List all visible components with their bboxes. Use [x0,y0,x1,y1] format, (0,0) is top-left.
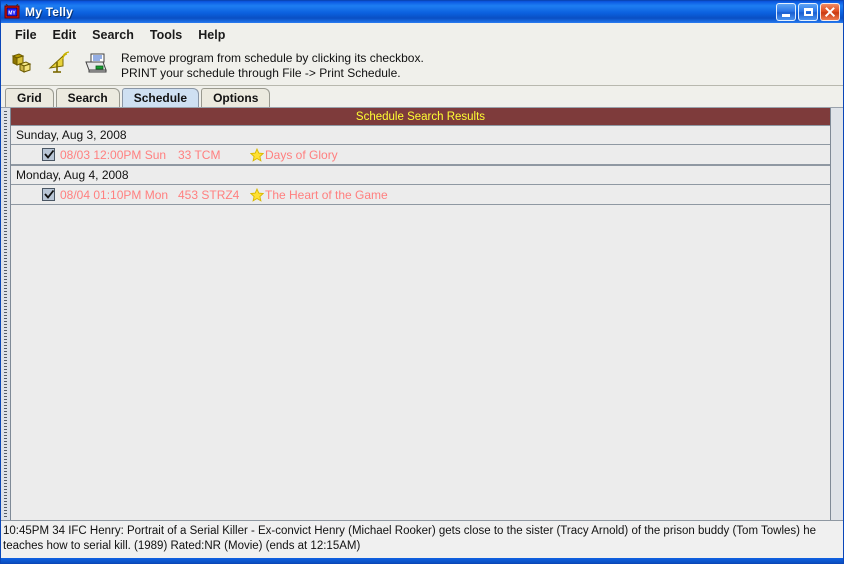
row-title: Days of Glory [265,148,338,162]
printer-icon [83,51,109,80]
toolbar: Remove program from schedule by clicking… [1,46,843,86]
row-channel: 33 TCM [178,148,250,162]
tab-search[interactable]: Search [56,88,120,107]
window-controls [776,3,840,21]
menu-item-tools[interactable]: Tools [142,26,190,44]
row-time: 08/04 01:10PM Mon [60,188,178,202]
row-time: 08/03 12:00PM Sun [60,148,178,162]
day-group-header: Sunday, Aug 3, 2008 [11,125,830,145]
schedule-rows: Sunday, Aug 3, 2008 08/03 12:00PM Sun 33… [11,125,830,520]
table-row[interactable]: 08/03 12:00PM Sun 33 TCM Days of Glory [11,145,830,165]
minimize-button[interactable] [776,3,796,21]
toolbar-hint-line2: PRINT your schedule through File -> Prin… [121,66,424,81]
close-button[interactable] [820,3,840,21]
satellite-dish-icon [47,51,71,80]
content-area: Schedule Search Results Sunday, Aug 3, 2… [1,107,843,520]
toolbar-hint-line1: Remove program from schedule by clicking… [121,51,424,66]
favorite-star-icon [250,148,265,162]
row-title: The Heart of the Game [265,188,388,202]
status-bar: 10:45PM 34 IFC Henry: Portrait of a Seri… [1,520,843,558]
broadcast-search-button[interactable] [45,52,73,80]
split-pane-divider[interactable] [1,108,11,520]
favorite-star-icon [250,188,265,202]
grid-cubes-icon [10,51,34,80]
tab-options[interactable]: Options [201,88,270,107]
title-bar: MY My Telly [1,1,843,23]
menu-item-edit[interactable]: Edit [45,26,85,44]
menu-bar: File Edit Search Tools Help [1,23,843,46]
print-button[interactable] [82,52,110,80]
results-header: Schedule Search Results [11,108,830,125]
menu-item-help[interactable]: Help [190,26,233,44]
grid-view-button[interactable] [8,52,36,80]
window-title: My Telly [25,5,776,19]
tab-bar: Grid Search Schedule Options [1,86,843,107]
maximize-button[interactable] [798,3,818,21]
schedule-list-pane: Schedule Search Results Sunday, Aug 3, 2… [11,108,831,520]
tv-icon: MY [4,4,20,20]
row-channel: 453 STRZ4 [178,188,250,202]
table-row[interactable]: 08/04 01:10PM Mon 453 STRZ4 The Heart of… [11,185,830,205]
menu-item-search[interactable]: Search [84,26,142,44]
right-gutter [831,108,843,520]
menu-item-file[interactable]: File [7,26,45,44]
toolbar-buttons [1,52,111,80]
window-bottom-edge [1,558,843,563]
day-group-header: Monday, Aug 4, 2008 [11,165,830,185]
toolbar-hint-text: Remove program from schedule by clicking… [121,51,424,81]
application-window: MY My Telly File Edit Search Tools Help [0,0,844,564]
tab-schedule[interactable]: Schedule [122,88,199,107]
row-checkbox[interactable] [42,148,55,161]
tab-grid[interactable]: Grid [5,88,54,107]
svg-text:MY: MY [8,11,16,17]
row-checkbox[interactable] [42,188,55,201]
